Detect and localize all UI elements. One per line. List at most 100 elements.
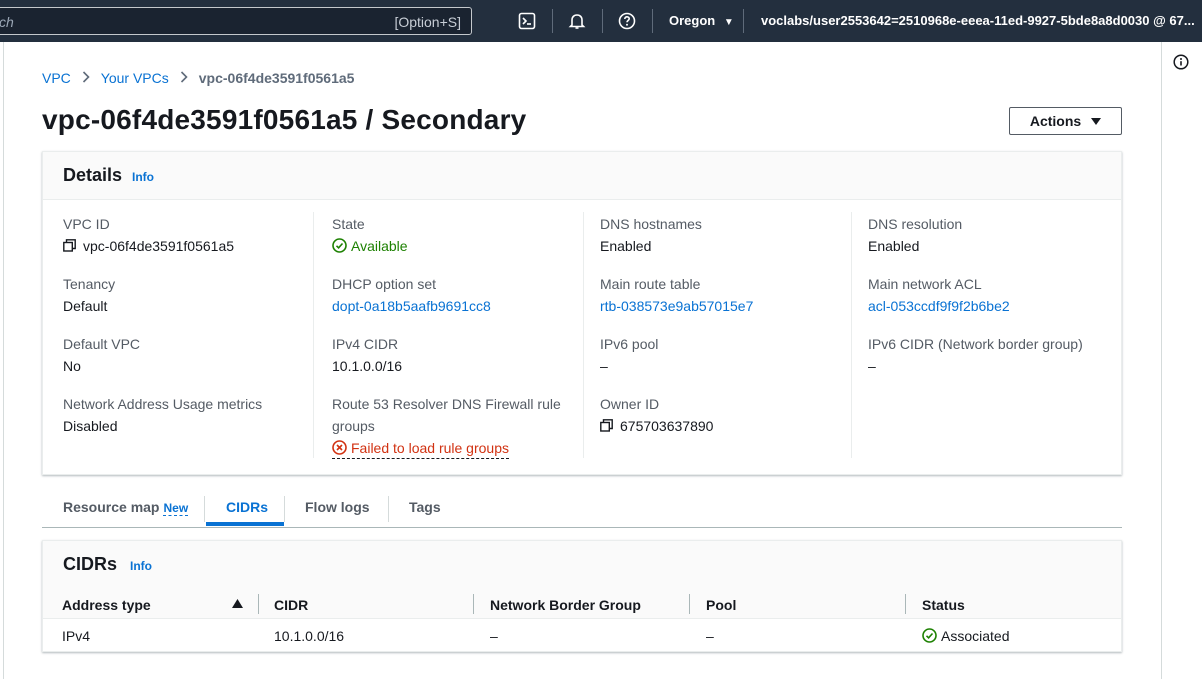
main-acl-label: Main network ACL [868, 276, 982, 292]
cell-status-text: Associated [941, 628, 1010, 644]
owner-value: 675703637890 [600, 418, 713, 434]
column-status[interactable]: Status [922, 597, 965, 613]
breadcrumb-vpc[interactable]: VPC [42, 70, 71, 86]
tools-rail-divider [1161, 42, 1162, 679]
nau-value: Disabled [63, 418, 118, 434]
chevron-right-icon [82, 70, 90, 86]
region-selector[interactable]: Oregon ▼ [669, 13, 734, 28]
column-divider [689, 594, 690, 614]
cell-cidr: 10.1.0.0/16 [274, 628, 345, 644]
tab-divider [284, 496, 285, 522]
breadcrumb: VPC Your VPCs vpc-06f4de3591f0561a5 [42, 70, 354, 86]
check-circle-icon [922, 628, 937, 643]
column-divider [583, 212, 584, 458]
tab-resource-map[interactable]: Resource map New [63, 499, 189, 516]
state-label: State [332, 216, 365, 232]
nav-divider [743, 9, 744, 33]
info-panel-icon[interactable] [1173, 54, 1189, 70]
column-divider [258, 594, 259, 614]
dns-resolution-value: Enabled [868, 238, 920, 254]
state-value: Available [332, 238, 408, 254]
help-icon[interactable] [617, 11, 637, 31]
cidrs-title: CIDRs [63, 554, 118, 574]
tab-tags[interactable]: Tags [409, 499, 441, 515]
top-nav: ch [Option+S] Oregon ▼ voclabs/user25536… [0, 0, 1202, 42]
content-edge [3, 42, 4, 679]
r53-error-text: Failed to load rule groups [351, 440, 509, 456]
ipv6-pool-value: – [600, 358, 608, 374]
actions-button[interactable]: Actions [1009, 107, 1122, 135]
r53-label-line2: groups [332, 418, 375, 434]
r53-label-line1: Route 53 Resolver DNS Firewall rule [332, 396, 561, 412]
caret-down-icon: ▼ [723, 17, 734, 28]
tab-bar: Resource map New CIDRs Flow logs Tags [42, 486, 1122, 528]
column-pool[interactable]: Pool [706, 597, 736, 613]
main-route-link[interactable]: rtb-038573e9ab57015e7 [600, 298, 753, 314]
details-panel: Details Info VPC ID vpc-06f4de3591f0561a… [42, 151, 1122, 475]
ipv4-cidr-label: IPv4 CIDR [332, 336, 399, 352]
nav-divider [602, 9, 603, 33]
sort-ascending-icon[interactable] [232, 599, 243, 608]
tenancy-value: Default [63, 298, 108, 314]
tab-resource-map-label: Resource map [63, 499, 160, 515]
nav-divider [652, 9, 653, 33]
breadcrumb-your-vpcs[interactable]: Your VPCs [101, 70, 169, 86]
cell-status: Associated [922, 628, 1009, 644]
tab-flow-logs[interactable]: Flow logs [305, 499, 370, 515]
vpc-id-text: vpc-06f4de3591f0561a5 [83, 238, 235, 254]
column-divider [851, 212, 852, 458]
cell-nbg: – [490, 628, 498, 644]
vpc-id-value: vpc-06f4de3591f0561a5 [63, 238, 234, 254]
owner-label: Owner ID [600, 396, 660, 412]
dns-hostnames-value: Enabled [600, 238, 652, 254]
tab-divider [388, 496, 389, 522]
column-cidr[interactable]: CIDR [274, 597, 308, 613]
search-input[interactable]: ch [Option+S] [0, 7, 472, 35]
check-circle-icon [332, 238, 347, 253]
cloudshell-icon[interactable] [517, 11, 537, 31]
main-acl-link[interactable]: acl-053ccdf9f9f2b6be2 [868, 298, 1010, 314]
nau-label: Network Address Usage metrics [63, 396, 263, 412]
column-divider [473, 594, 474, 614]
active-tab-indicator [206, 522, 284, 526]
search-placeholder: ch [0, 14, 14, 30]
page-title: vpc-06f4de3591f0561a5 / Secondary [42, 104, 527, 135]
tab-divider [204, 496, 205, 522]
dhcp-link[interactable]: dopt-0a18b5aafb9691cc8 [332, 298, 491, 314]
default-vpc-value: No [63, 358, 81, 374]
details-info-link[interactable]: Info [132, 170, 154, 184]
chevron-right-icon [180, 70, 188, 86]
cell-address-type: IPv4 [62, 628, 91, 644]
column-divider [905, 594, 906, 614]
tab-cidrs[interactable]: CIDRs [226, 499, 268, 515]
ipv6-cidr-label: IPv6 CIDR (Network border group) [868, 336, 1083, 352]
account-menu[interactable]: voclabs/user2553642=2510968e-eeea-11ed-9… [761, 13, 1202, 28]
caret-down-icon [1091, 117, 1102, 125]
cell-pool: – [706, 628, 714, 644]
dns-resolution-label: DNS resolution [868, 216, 963, 232]
owner-text: 675703637890 [620, 418, 714, 434]
account-label: voclabs/user2553642=2510968e-eeea-11ed-9… [761, 13, 1195, 28]
dns-hostnames-label: DNS hostnames [600, 216, 702, 232]
column-network-border-group[interactable]: Network Border Group [490, 597, 641, 613]
cidrs-header: CIDRs Info [43, 541, 1121, 589]
dhcp-label: DHCP option set [332, 276, 437, 292]
ipv6-pool-label: IPv6 pool [600, 336, 659, 352]
error-circle-icon [332, 440, 347, 455]
region-label: Oregon [669, 13, 716, 28]
column-divider [313, 212, 314, 458]
column-address-type[interactable]: Address type [62, 597, 151, 613]
nav-divider [552, 9, 553, 33]
main-route-label: Main route table [600, 276, 701, 292]
breadcrumb-current: vpc-06f4de3591f0561a5 [198, 70, 355, 86]
copy-icon[interactable] [63, 239, 76, 252]
details-header: Details Info [43, 152, 1121, 200]
tenancy-label: Tenancy [63, 276, 116, 292]
ipv4-cidr-value: 10.1.0.0/16 [332, 358, 403, 374]
cidrs-info-link[interactable]: Info [130, 559, 152, 573]
copy-icon[interactable] [600, 419, 613, 432]
r53-error[interactable]: Failed to load rule groups [332, 440, 509, 459]
search-shortcut: [Option+S] [394, 14, 461, 30]
state-text: Available [351, 238, 408, 254]
bell-icon[interactable] [567, 11, 587, 31]
